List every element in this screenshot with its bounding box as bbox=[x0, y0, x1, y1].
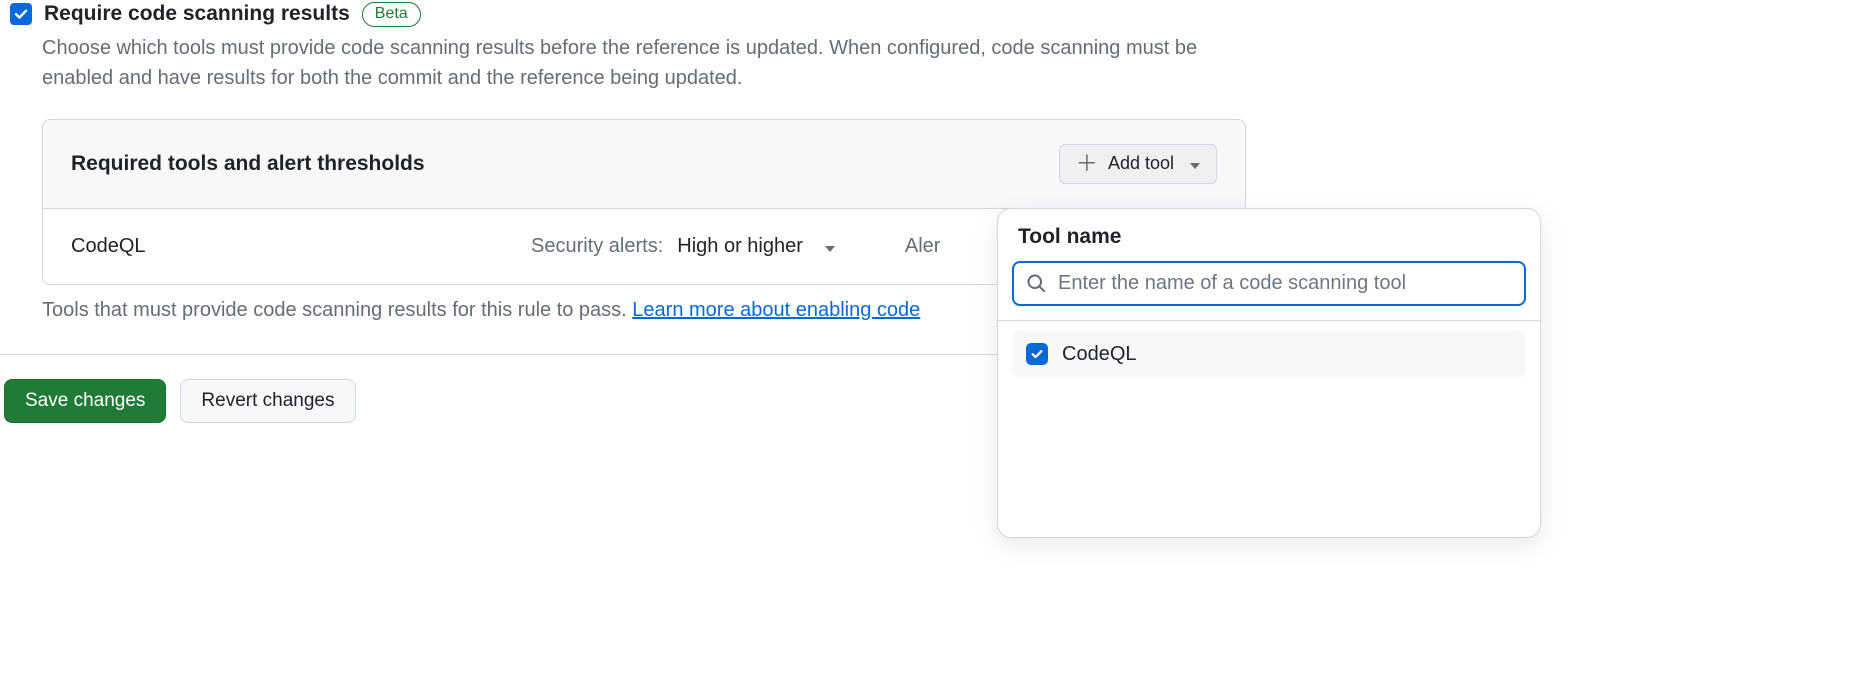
tool-name: CodeQL bbox=[71, 235, 491, 258]
security-alerts-dropdown[interactable]: Security alerts: High or higher bbox=[531, 235, 835, 258]
popover-title: Tool name bbox=[998, 209, 1540, 261]
search-icon bbox=[1026, 273, 1046, 293]
check-icon bbox=[13, 6, 29, 22]
rule-header: Require code scanning results Beta bbox=[0, 0, 1856, 27]
panel-header: Required tools and alert thresholds ＋ Ad… bbox=[43, 120, 1245, 209]
rule-title: Require code scanning results bbox=[44, 2, 350, 26]
tool-search-field[interactable] bbox=[1012, 261, 1526, 306]
security-alerts-value: High or higher bbox=[677, 235, 803, 258]
save-button[interactable]: Save changes bbox=[4, 379, 166, 423]
option-checkbox[interactable] bbox=[1026, 343, 1048, 365]
check-icon bbox=[1030, 347, 1044, 361]
learn-more-link[interactable]: Learn more about enabling code bbox=[632, 299, 920, 321]
require-code-scanning-checkbox[interactable] bbox=[10, 3, 32, 25]
beta-badge: Beta bbox=[362, 2, 421, 27]
tool-option-codeql[interactable]: CodeQL bbox=[1012, 331, 1526, 378]
chevron-down-icon bbox=[825, 235, 835, 258]
required-tools-panel: Required tools and alert thresholds ＋ Ad… bbox=[42, 119, 1246, 285]
tool-search-input[interactable] bbox=[1056, 271, 1512, 296]
plus-icon: ＋ bbox=[1076, 153, 1098, 175]
security-alerts-label: Security alerts: bbox=[531, 235, 663, 258]
add-tool-popover: Tool name CodeQL bbox=[997, 208, 1541, 538]
panel-title: Required tools and alert thresholds bbox=[71, 152, 425, 176]
rule-description: Choose which tools must provide code sca… bbox=[0, 27, 1270, 93]
form-actions: Save changes Revert changes bbox=[0, 355, 1856, 423]
chevron-down-icon bbox=[1190, 153, 1200, 174]
alerts-truncated-label: Aler bbox=[905, 235, 941, 258]
add-tool-button[interactable]: ＋ Add tool bbox=[1059, 144, 1217, 184]
revert-button[interactable]: Revert changes bbox=[180, 379, 355, 423]
option-label: CodeQL bbox=[1062, 343, 1137, 366]
helper-text: Tools that must provide code scanning re… bbox=[42, 299, 1856, 322]
helper-text-static: Tools that must provide code scanning re… bbox=[42, 299, 632, 321]
popover-divider bbox=[998, 320, 1540, 321]
add-tool-label: Add tool bbox=[1108, 153, 1174, 174]
